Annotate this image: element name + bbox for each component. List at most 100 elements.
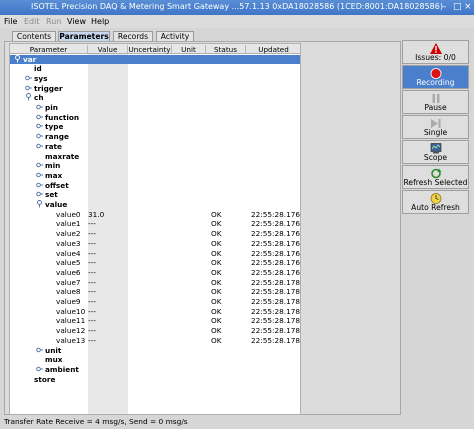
menu-edit[interactable]: Edit [24,17,40,26]
menu-help[interactable]: Help [91,17,109,26]
table-row[interactable]: value8 --- OK 22:55:28.178 [10,287,301,297]
column-header-uncertainty[interactable]: Uncertainty [128,45,172,54]
single-label: Single [423,128,448,137]
parameter-status: OK [211,248,222,258]
table-row[interactable]: store [10,374,300,385]
parameter-name: value10 [56,306,86,316]
column-header-parameter[interactable]: Parameter [10,45,88,54]
table-row[interactable]: set [10,190,300,200]
parameter-value: --- [88,287,96,297]
parameter-name: unit [45,345,62,355]
column-header-unit[interactable]: Unit [172,45,206,54]
parameter-value: --- [88,297,96,306]
table-row[interactable]: var [10,54,300,65]
parameter-name: value11 [56,316,86,326]
single-button[interactable]: Single [402,115,469,139]
parameter-value: --- [88,277,96,287]
parameter-name: maxrate [45,151,80,161]
parameter-name: min [45,161,61,171]
column-header-value[interactable]: Value [88,45,128,54]
table-row[interactable]: value4 --- OK 22:55:28.176 [10,248,300,259]
pause-button[interactable]: Pause [402,90,469,114]
table-row[interactable]: min [10,161,300,171]
parameter-name: set [45,190,58,200]
table-row[interactable]: value13 --- OK 22:55:28.178 [10,335,300,346]
menu-run[interactable]: Run [46,17,61,26]
parameter-value: --- [88,248,96,258]
table-row[interactable]: value7 --- OK 22:55:28.178 [10,277,301,288]
refresh-selected-button[interactable]: Refresh Selected [402,165,469,189]
parameter-updated: 22:55:28.176 [251,219,301,229]
pause-label: Pause [424,103,447,112]
parameter-name: value13 [56,335,86,345]
table-row[interactable]: trigger [10,84,300,94]
parameter-updated: 22:55:28.178 [251,297,301,306]
close-button[interactable]: × [464,2,472,12]
table-row[interactable]: value1 --- OK 22:55:28.176 [10,219,301,229]
parameter-name: var [23,54,37,64]
table-row[interactable]: value5 --- OK 22:55:28.176 [10,258,300,268]
column-header-status[interactable]: Status [206,45,246,54]
parameter-name: offset [45,180,69,190]
parameter-name: value7 [56,277,81,287]
table-row[interactable]: value12 --- OK 22:55:28.178 [10,326,300,336]
parameter-name: max [45,170,63,180]
parameter-updated: 22:55:28.176 [251,209,301,219]
parameter-status: OK [211,306,222,316]
issues-button[interactable]: Issues: 0/0 [402,40,469,64]
table-row[interactable]: value3 --- OK 22:55:28.176 [10,238,300,249]
parameter-status: OK [211,277,222,287]
auto-refresh-button[interactable]: Auto Refresh [402,190,469,214]
table-row[interactable]: value0 31.0 OK 22:55:28.176 [10,209,301,220]
table-row[interactable]: offset [10,180,300,191]
refresh-selected-label: Refresh Selected [403,178,468,187]
table-row[interactable]: value10 --- OK 22:55:28.178 [10,306,300,317]
maximize-button[interactable]: □ [453,2,462,12]
parameter-status: OK [211,316,222,326]
minimize-button[interactable]: – [442,2,447,12]
table-row[interactable]: max [10,170,300,181]
table-row[interactable]: value2 --- OK 22:55:28.176 [10,229,300,239]
parameter-updated: 22:55:28.178 [251,316,301,326]
table-row[interactable]: value9 --- OK 22:55:28.178 [10,297,301,307]
menu-file[interactable]: File [4,17,17,26]
parameter-updated: 22:55:28.178 [251,287,301,297]
table-row[interactable]: unit [10,345,300,356]
table-row[interactable]: function [10,113,300,123]
table-row[interactable]: rate [10,141,300,152]
scope-button[interactable]: Scope [402,140,469,164]
table-header: Parameter Value Uncertainty Unit Status … [10,44,300,54]
parameter-name: id [34,64,42,74]
parameter-value: --- [88,258,96,268]
table-row[interactable]: range [10,132,300,142]
table-row[interactable]: maxrate [10,151,300,162]
parameter-updated: 22:55:28.176 [251,267,301,277]
parameter-name: rate [45,141,62,151]
parameters-table[interactable]: Parameter Value Uncertainty Unit Status … [9,43,301,415]
table-row[interactable]: mux [10,355,300,365]
parameter-name: value0 [56,209,81,219]
recording-button[interactable]: Recording [402,65,469,89]
parameter-status: OK [211,287,222,297]
parameter-name: sys [34,73,48,83]
table-row[interactable]: type [10,122,300,132]
table-row[interactable]: ambient [10,365,300,375]
table-row[interactable]: pin [10,103,300,113]
parameter-name: mux [45,355,63,365]
menu-view[interactable]: View [67,17,86,26]
table-row[interactable]: value6 --- OK 22:55:28.176 [10,267,301,278]
parameter-name: pin [45,103,58,112]
table-row[interactable]: sys [10,73,300,84]
table-row[interactable]: value11 --- OK 22:55:28.178 [10,316,301,326]
menu-bar: File Edit Run View Help [0,15,474,28]
parameter-value: --- [88,229,96,239]
parameter-updated: 22:55:28.178 [251,277,301,287]
table-row[interactable]: value [10,200,300,210]
parameter-status: OK [211,238,222,248]
column-header-updated[interactable]: Updated [246,45,300,54]
parameter-status: OK [211,326,222,336]
parameter-name: store [34,374,56,384]
table-row[interactable]: ch [10,93,300,103]
parameter-name: ch [34,93,44,103]
table-row[interactable]: id [10,64,300,74]
